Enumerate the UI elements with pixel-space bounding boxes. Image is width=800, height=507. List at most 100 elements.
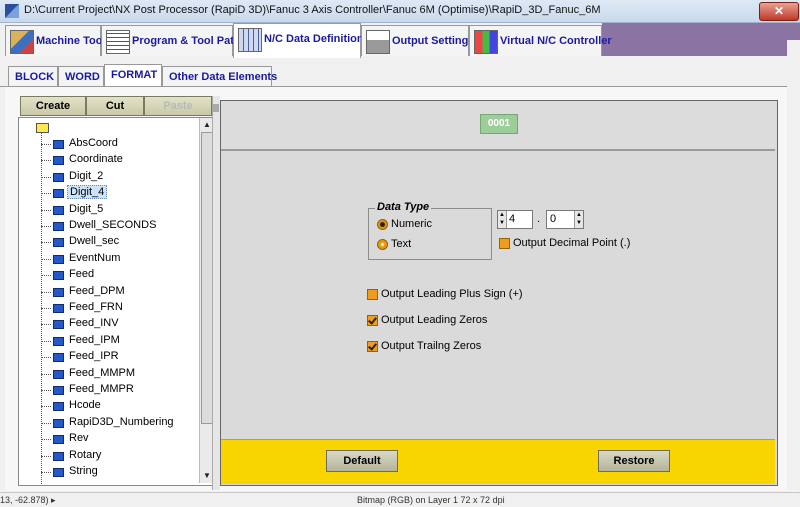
fraction-digits-spinner[interactable]: ▲ ▼ 0 (546, 210, 584, 229)
integer-digits-value: 4 (509, 213, 516, 225)
tree-connector (41, 373, 51, 375)
action-bar (221, 439, 775, 484)
subtab-divider (0, 86, 800, 87)
tree-item-label: AbsCoord (69, 137, 118, 149)
tree-item-label: Feed_MMPM (69, 366, 136, 379)
tab-label: Machine Tool (36, 35, 106, 47)
tab-output-settings[interactable]: Output Settings (361, 25, 475, 56)
tree-connector (41, 193, 51, 195)
format-item-icon (53, 451, 64, 461)
subtab-word[interactable]: WORD (58, 66, 104, 87)
format-item-icon (53, 353, 64, 363)
restore-button[interactable]: Restore (598, 450, 670, 472)
tree-item-label: Coordinate (69, 153, 123, 166)
tab-bar-filler (602, 23, 800, 56)
tree-connector (41, 455, 51, 457)
folder-icon (36, 123, 49, 133)
tree-line (41, 132, 42, 485)
data-type-group: Data Type (368, 201, 492, 260)
tree-connector (41, 144, 51, 145)
tree-item-label: String (69, 465, 98, 477)
text-label: Text (391, 238, 412, 250)
tree-item-label: Feed_DPM (69, 284, 125, 297)
default-button[interactable]: Default (326, 450, 398, 472)
leading-plus-checkbox[interactable] (367, 289, 378, 300)
decimal-separator: . (537, 213, 541, 225)
tab-nc-data-definitions[interactable]: N/C Data Definitions (233, 23, 370, 58)
tree-connector (41, 209, 51, 211)
integer-digits-spinner[interactable]: ▲ ▼ 4 (497, 210, 533, 229)
subtab-block[interactable]: BLOCK (8, 66, 58, 87)
create-button[interactable]: Create (20, 96, 86, 116)
tree-connector (41, 176, 51, 178)
format-item-icon (53, 238, 64, 248)
tree-connector (41, 258, 51, 260)
tree-item-label: Hcode (69, 399, 101, 412)
trailing-zeros-checkbox[interactable] (367, 341, 378, 352)
tree-connector (41, 324, 51, 326)
format-item-icon (53, 386, 64, 395)
leading-plus-label: Output Leading Plus Sign (+) (381, 288, 523, 300)
format-item-icon (53, 156, 64, 166)
tree-connector (41, 357, 51, 359)
subtab-format[interactable]: FORMAT (104, 64, 162, 87)
tree-connector (41, 160, 51, 162)
tree-item-label: Feed_MMPR (69, 383, 134, 395)
tab-label: Output Settings (392, 35, 475, 47)
tree-item-label: Feed (69, 268, 95, 281)
tree-connector (41, 406, 51, 408)
subtab-label: BLOCK (15, 71, 55, 83)
tree-item-label: Digit_2 (69, 169, 104, 182)
format-item-icon (53, 418, 64, 428)
leading-zeros-label: Output Leading Zeros (381, 314, 488, 326)
format-preview: 0001 (480, 114, 518, 134)
program-icon (106, 30, 130, 54)
format-item-icon (53, 222, 64, 231)
tab-label: N/C Data Definitions (264, 33, 370, 45)
paste-button[interactable]: Paste (144, 96, 212, 116)
tree-connector (41, 439, 51, 441)
format-tree[interactable]: AbsCoord Coordinate Digit_2 Digit_4 Digit_5 D… (18, 117, 216, 486)
close-button[interactable]: ✕ (759, 2, 799, 21)
tab-label: Program & Tool Path (132, 35, 241, 47)
text-radio[interactable] (377, 239, 388, 250)
format-item-icon (53, 435, 64, 445)
tree-item-label: Digit_4 (67, 185, 108, 200)
subtab-label: Other Data Elements (169, 71, 278, 83)
format-item-icon (53, 369, 64, 379)
tree-toolbar: Create Cut Paste (20, 96, 212, 116)
panel-splitter[interactable] (212, 96, 220, 490)
cut-button[interactable]: Cut (86, 96, 144, 116)
tree-item-label: Feed_FRN (69, 301, 123, 313)
numeric-label: Numeric (391, 218, 432, 230)
tree-item-label: Digit_5 (69, 202, 104, 215)
format-item-icon (53, 172, 64, 182)
spinner-arrows-icon[interactable]: ▲ ▼ (574, 211, 583, 228)
tree-connector (41, 275, 51, 277)
subtab-label: FORMAT (111, 69, 158, 81)
format-item-icon (53, 402, 64, 412)
format-item-icon (53, 205, 64, 215)
tab-virtual-nc-controller[interactable]: Virtual N/C Controller (469, 25, 612, 56)
tree-connector (41, 242, 51, 244)
output-decimal-point-checkbox[interactable] (499, 238, 510, 249)
status-info: Bitmap (RGB) on Layer 1 72 x 72 dpi (357, 495, 505, 505)
format-item-icon (53, 140, 64, 149)
tree-item-label: Dwell_SECONDS (69, 219, 157, 231)
window-scrollbar[interactable] (787, 40, 800, 490)
title-bar: D:\Current Project\NX Post Processor (Ra… (0, 0, 800, 23)
format-item-icon (53, 189, 64, 199)
splitter-handle[interactable] (213, 104, 219, 112)
tab-program-tool-path[interactable]: Program & Tool Path (101, 25, 241, 56)
numeric-radio[interactable] (377, 219, 388, 230)
subtab-label: WORD (65, 71, 100, 83)
tab-machine-tool[interactable]: Machine Tool (5, 25, 105, 56)
tree-connector (41, 291, 51, 293)
tree-connector (41, 472, 51, 473)
spinner-arrows-icon[interactable]: ▲ ▼ (498, 211, 507, 228)
leading-zeros-checkbox[interactable] (367, 315, 378, 326)
format-item-icon (53, 304, 64, 313)
tree-item-label: RapiD3D_Numbering (69, 415, 174, 428)
tree-item-label: Dwell_sec (69, 235, 120, 248)
subtab-other-data-elements[interactable]: Other Data Elements (162, 66, 277, 87)
